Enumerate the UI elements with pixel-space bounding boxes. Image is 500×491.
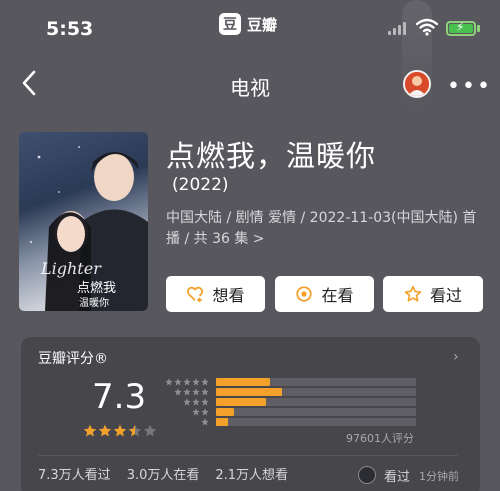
distribution-stars bbox=[174, 388, 209, 396]
star-outline-icon bbox=[404, 285, 422, 302]
distribution-bar-fill bbox=[216, 408, 234, 416]
distribution-bar-fill bbox=[216, 388, 282, 396]
small-star-icon bbox=[192, 378, 200, 386]
rating-score: 7.3 bbox=[92, 377, 147, 417]
friend-time: 1分钟前 bbox=[419, 470, 459, 483]
avatar-image bbox=[405, 72, 429, 96]
friend-status: 看过 bbox=[384, 470, 411, 485]
audience-stats: 7.3万人看过 3.0万人在看 2.1万人想看 bbox=[38, 464, 288, 483]
status-time: 5:53 bbox=[46, 18, 94, 40]
chevron-right-icon[interactable]: › bbox=[453, 349, 459, 365]
battery-cap bbox=[477, 25, 480, 32]
app-name: 豆瓣 bbox=[247, 15, 278, 34]
douban-logo-icon: 豆 bbox=[219, 13, 241, 35]
want-count[interactable]: 2.1万人想看 bbox=[215, 464, 288, 483]
want-to-watch-button[interactable]: 想看 bbox=[166, 276, 265, 312]
rating-star-icon bbox=[113, 424, 127, 437]
app-indicator[interactable]: 豆 豆瓣 bbox=[219, 12, 277, 36]
distribution-bar-track bbox=[216, 388, 416, 396]
watching-count[interactable]: 3.0万人在看 bbox=[127, 464, 200, 483]
distribution-bar-fill bbox=[216, 398, 266, 406]
want-to-watch-label: 想看 bbox=[212, 286, 245, 305]
show-meta[interactable]: 中国大陆 / 剧情 爱情 / 2022-11-03(中国大陆) 首播 / 共 3… bbox=[166, 208, 484, 250]
rating-count: 97601人评分 bbox=[346, 432, 414, 445]
rating-label: 豆瓣评分® bbox=[38, 351, 108, 367]
heart-plus-icon bbox=[187, 286, 204, 303]
rating-star-icon bbox=[83, 424, 97, 437]
card-divider bbox=[38, 455, 458, 456]
distribution-bar-track bbox=[216, 398, 416, 406]
small-star-icon bbox=[174, 378, 182, 386]
show-year: (2022) bbox=[172, 175, 229, 195]
poster-art: Lighter 点燃我 温暖你 bbox=[29, 146, 148, 311]
svg-text:温暖你: 温暖你 bbox=[79, 296, 109, 309]
small-star-icon bbox=[201, 378, 209, 386]
avatar[interactable] bbox=[403, 70, 431, 98]
poster-image[interactable]: Lighter 点燃我 温暖你 bbox=[19, 132, 148, 311]
distribution-stars bbox=[192, 408, 209, 416]
friend-avatar[interactable] bbox=[358, 466, 376, 484]
cellular-signal-icon bbox=[388, 22, 406, 35]
small-star-icon bbox=[201, 408, 209, 416]
small-star-icon bbox=[192, 408, 200, 416]
more-options-icon[interactable]: ••• bbox=[447, 74, 492, 99]
small-star-icon bbox=[174, 388, 182, 396]
small-star-icon bbox=[165, 378, 173, 386]
distribution-bar-track bbox=[216, 378, 416, 386]
distribution-stars bbox=[183, 398, 209, 406]
rating-star-icon bbox=[98, 424, 112, 437]
battery-icon: ⚡ bbox=[446, 20, 476, 36]
rating-stars bbox=[83, 424, 157, 438]
small-star-icon bbox=[183, 378, 191, 386]
rating-star-icon bbox=[128, 424, 142, 437]
svg-text:Lighter: Lighter bbox=[40, 259, 102, 278]
small-star-icon bbox=[201, 418, 209, 426]
small-star-icon bbox=[201, 388, 209, 396]
small-star-icon bbox=[183, 398, 191, 406]
svg-text:点燃我: 点燃我 bbox=[77, 280, 116, 296]
watched-button[interactable]: 看过 bbox=[383, 276, 483, 312]
small-star-icon bbox=[201, 398, 209, 406]
distribution-bar-fill bbox=[216, 418, 228, 426]
rating-star-icon bbox=[143, 424, 157, 437]
distribution-bar-fill bbox=[216, 378, 270, 386]
distribution-bar-track bbox=[216, 408, 416, 416]
watching-button[interactable]: 在看 bbox=[275, 276, 374, 312]
watched-label: 看过 bbox=[429, 286, 462, 305]
small-star-icon bbox=[192, 398, 200, 406]
wifi-icon bbox=[416, 18, 438, 36]
show-title: 点燃我，温暖你 bbox=[166, 139, 377, 173]
distribution-stars bbox=[201, 418, 209, 426]
target-icon bbox=[296, 286, 313, 302]
distribution-stars bbox=[165, 378, 209, 386]
watched-count[interactable]: 7.3万人看过 bbox=[38, 464, 111, 483]
watching-label: 在看 bbox=[321, 286, 354, 305]
small-star-icon bbox=[183, 388, 191, 396]
small-star-icon bbox=[192, 388, 200, 396]
distribution-bar-track bbox=[216, 418, 416, 426]
